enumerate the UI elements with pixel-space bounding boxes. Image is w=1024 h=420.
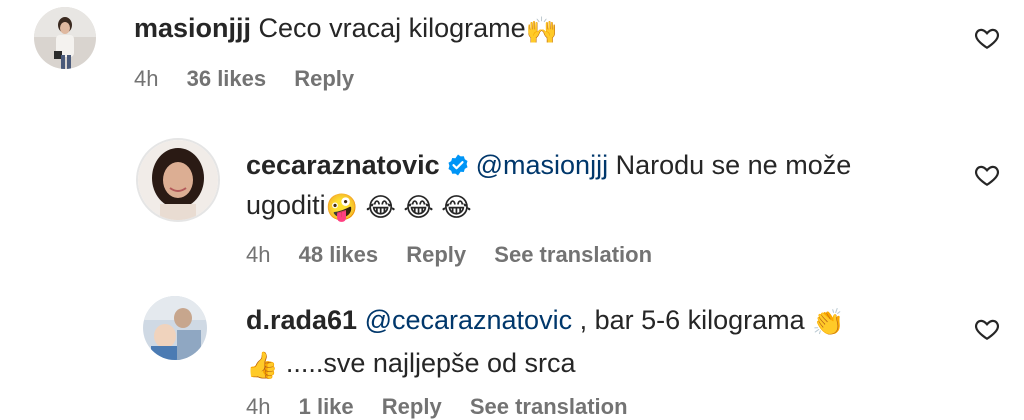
reply-button[interactable]: Reply (406, 242, 466, 267)
timestamp[interactable]: 4h (246, 242, 270, 267)
avatar[interactable] (136, 138, 220, 222)
mention-link[interactable]: @masionjjj (476, 150, 608, 180)
reply-button[interactable]: Reply (382, 394, 442, 419)
heart-icon[interactable] (973, 162, 1001, 188)
timestamp[interactable]: 4h (134, 66, 158, 91)
avatar[interactable] (34, 7, 96, 69)
clapping-hands-emoji-icon: 👏 (812, 308, 845, 338)
raised-hands-emoji-icon: 🙌 (525, 16, 559, 46)
see-translation-link[interactable]: See translation (494, 242, 652, 267)
comment-body: Narodu se ne može (615, 150, 852, 180)
heart-icon[interactable] (973, 316, 1001, 342)
comment-body: ugoditi (246, 190, 326, 220)
tears-of-joy-emoji-icon: 😂 (441, 193, 472, 223)
likes-count[interactable]: 36 likes (187, 66, 267, 91)
comment-meta: 4h 1 like Reply See translation (246, 394, 650, 420)
username[interactable]: d.rada61 (246, 305, 357, 335)
tears-of-joy-emoji-icon: 😂 (403, 193, 434, 223)
comment-meta: 4h 48 likes Reply See translation (246, 242, 674, 268)
see-translation-link[interactable]: See translation (470, 394, 628, 419)
likes-count[interactable]: 1 like (299, 394, 354, 419)
heart-icon[interactable] (973, 25, 1001, 51)
comment-text: masionjjj Ceco vracaj kilograme🙌 (134, 8, 558, 51)
comment-meta: 4h 36 likes Reply (134, 66, 376, 92)
timestamp[interactable]: 4h (246, 394, 270, 419)
zany-face-emoji-icon: 🤪 (325, 193, 358, 223)
thumbs-up-emoji-icon: 👍 (246, 351, 279, 381)
comment-text: cecaraznatovic @masionjjj Narodu se ne m… (246, 145, 926, 228)
username[interactable]: cecaraznatovic (246, 150, 440, 180)
comment-body: Ceco vracaj kilograme (258, 13, 526, 43)
verified-badge-icon (448, 154, 468, 176)
avatar[interactable] (143, 296, 207, 360)
tears-of-joy-emoji-icon: 😂 (365, 193, 396, 223)
username[interactable]: masionjjj (134, 13, 251, 43)
likes-count[interactable]: 48 likes (299, 242, 379, 267)
comment-body: .....sve najljepše od srca (285, 348, 576, 378)
mention-link[interactable]: @cecaraznatovic (365, 305, 573, 335)
comment-text: d.rada61 @cecaraznatovic , bar 5-6 kilog… (246, 300, 926, 386)
reply-button[interactable]: Reply (294, 66, 354, 91)
comment-body: , bar 5-6 kilograma (579, 305, 805, 335)
